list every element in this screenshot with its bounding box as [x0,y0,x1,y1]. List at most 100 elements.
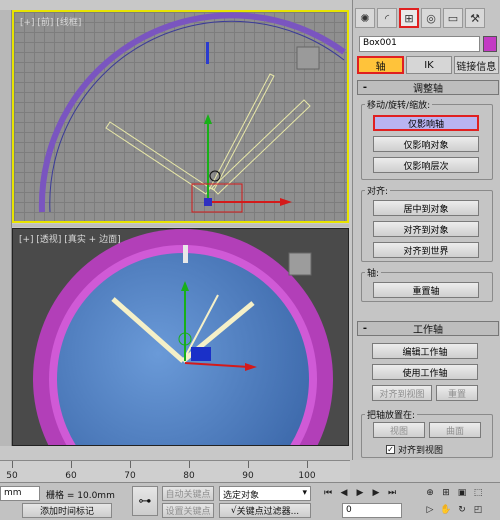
clock-ring-arc [38,12,346,213]
hierarchy-subtabs: 轴 IK 链接信息 [357,56,499,74]
view-cube[interactable] [296,46,320,70]
reset-working-pivot-button[interactable]: 重置 [436,385,478,401]
z-coordinate-field[interactable]: mm [0,486,40,501]
clock-hand-minute [211,99,311,195]
place-surface-button[interactable]: 曲面 [429,422,481,438]
affect-pivot-only-button[interactable]: 仅影响轴 [373,115,479,131]
ruler-label: 80 [183,471,195,481]
align-to-view-checkbox-label: 对齐到视图 [398,446,444,456]
object-name-field[interactable]: Box001 [359,36,480,52]
ruler-label: 50 [6,471,18,481]
go-to-start-icon[interactable]: ⏮ [322,486,334,499]
top-marker [206,42,209,64]
clock-hand-long [209,73,275,191]
center-to-object-button[interactable]: 居中到对象 [373,200,479,216]
selection-dropdown-value: 选定对象 [223,491,260,501]
hierarchy-tab-icon[interactable]: ⊞ [399,8,419,28]
ruler-tick [248,461,249,468]
maximize-viewport-icon[interactable]: ⬚ [472,486,484,499]
orbit-icon[interactable]: ↻ [456,503,468,516]
zoom-icon[interactable]: ⊕ [424,486,436,499]
adjust-pivot-title: 调整轴 [413,84,443,95]
front-viewport-scene [38,12,346,213]
collapse-icon[interactable]: - [358,82,372,93]
ruler-tick [307,461,308,468]
current-frame-field[interactable]: 0 [342,503,402,518]
pan-icon[interactable]: ✋ [440,503,452,516]
persp-pivot [191,347,211,361]
pivot-group: 轴: 重置轴 [361,266,493,302]
key-filters-label: 关键点过滤器... [236,507,300,517]
align-to-view-button[interactable]: 对齐到视图 [372,385,432,401]
use-working-pivot-button[interactable]: 使用工作轴 [372,364,478,380]
utilities-tab-hammer-icon[interactable]: ⚒ [465,8,485,28]
gizmo-y-arrow [204,114,212,124]
toggle-fullscreen-icon[interactable]: ◰ [472,503,484,516]
affect-object-only-button[interactable]: 仅影响对象 [373,136,479,152]
working-pivot-rollout-header[interactable]: - 工作轴 [357,321,499,336]
place-pivot-group-title: 把轴放置在: [365,408,418,421]
zoom-all-icon[interactable]: ⊞ [440,486,452,499]
viewport-divider [12,224,349,227]
align-to-world-button[interactable]: 对齐到世界 [373,242,479,258]
modify-tab-curve-icon[interactable]: ◜ [377,8,397,28]
display-tab-icon[interactable]: ▭ [443,8,463,28]
object-name-row: Box001 [359,36,497,52]
create-tab-sun-icon[interactable]: ✺ [355,8,375,28]
move-rotate-scale-group: 移动/旋转/缩放: 仅影响轴 仅影响对象 仅影响层次 [361,98,493,180]
subtab-link-info[interactable]: 链接信息 [453,56,499,74]
perspective-viewport[interactable]: [+] [透视] [真实 + 边面] [12,228,349,446]
selection-dropdown[interactable]: 选定对象 ▾ [219,486,311,501]
go-to-end-icon[interactable]: ⏭ [386,486,398,499]
add-time-tag-button[interactable]: 添加时间标记 [22,503,112,518]
perspective-viewport-label[interactable]: [+] [透视] [真实 + 边面] [19,232,121,245]
align-group-title: 对齐: [365,184,391,197]
gizmo-plane-handle[interactable] [191,183,243,213]
pivot-point [204,198,212,206]
reset-pivot-button[interactable]: 重置轴 [373,282,479,298]
align-to-view-checkbox[interactable]: ✓ [386,445,395,454]
view-cube-persp[interactable] [288,252,312,276]
subtab-ik[interactable]: IK [406,56,452,74]
subtab-pivot[interactable]: 轴 [357,56,405,74]
key-icon[interactable]: ⊶ [132,486,158,516]
place-view-button[interactable]: 视图 [373,422,425,438]
collapse-icon[interactable]: - [358,323,372,334]
field-of-view-icon[interactable]: ▷ [424,503,436,516]
viewport-left-strip [0,10,12,446]
chevron-down-icon: ▾ [302,488,307,498]
affect-hierarchy-only-button[interactable]: 仅影响层次 [373,157,479,173]
front-viewport-label[interactable]: [+] [前] [线框] [20,15,81,28]
place-pivot-group: 把轴放置在: 视图 曲面 ✓ 对齐到视图 [361,408,493,458]
align-to-view-checkbox-row[interactable]: ✓ 对齐到视图 [386,443,443,456]
command-panel: ✺ ◜ ⊞ ◎ ▭ ⚒ Box001 轴 IK 链接信息 - 调整轴 移动/旋转… [352,0,500,460]
front-viewport[interactable]: [+] [前] [线框] [12,10,349,223]
set-key-button[interactable]: 设置关键点 [162,503,214,518]
clock-hand-hour [105,121,211,195]
status-bar: mm 栅格 = 10.0mm ⊶ 自动关键点 设置关键点 选定对象 ▾ √ 关键… [0,482,500,520]
clock-mark-12 [183,245,188,263]
ruler-label: 100 [298,471,316,481]
zoom-extents-icon[interactable]: ▣ [456,486,468,499]
previous-frame-icon[interactable]: ◀ [338,486,350,499]
ruler-tick [130,461,131,468]
adjust-pivot-rollout-header[interactable]: - 调整轴 [357,80,499,95]
gizmo-x-arrow [280,198,292,206]
motion-tab-icon[interactable]: ◎ [421,8,441,28]
working-pivot-title: 工作轴 [413,325,443,336]
ruler-label: 70 [124,471,136,481]
ruler-label: 60 [65,471,77,481]
auto-key-button[interactable]: 自动关键点 [162,486,214,501]
object-color-swatch[interactable] [483,36,497,52]
ruler-tick [12,461,13,468]
next-frame-icon[interactable]: ▶ [370,486,382,499]
ruler-tick [71,461,72,468]
time-ruler[interactable]: 50 60 70 80 90 100 [0,460,350,482]
ruler-tick [189,461,190,468]
key-filters-button[interactable]: √ 关键点过滤器... [219,503,311,518]
align-group: 对齐: 居中到对象 对齐到对象 对齐到世界 [361,184,493,262]
align-to-object-button[interactable]: 对齐到对象 [373,221,479,237]
play-icon[interactable]: ▶ [354,486,366,499]
move-group-title: 移动/旋转/缩放: [365,98,433,111]
edit-working-pivot-button[interactable]: 编辑工作轴 [372,343,478,359]
